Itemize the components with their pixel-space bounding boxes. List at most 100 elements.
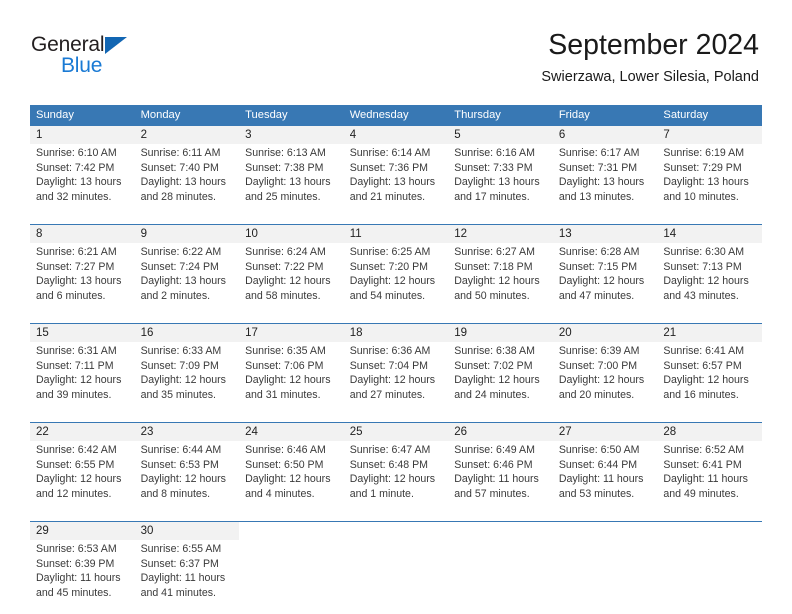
- day-sunrise-line: Sunrise: 6:28 AM: [558, 246, 640, 258]
- day-daylight-line: and 13 minutes.: [558, 190, 635, 203]
- week-daynum-row: 1234567: [30, 126, 762, 144]
- weekday-header-thursday: Thursday: [448, 105, 553, 126]
- day-number[interactable]: 17: [239, 323, 344, 342]
- day-cell-empty: [448, 521, 553, 540]
- day-sunrise-line: Sunrise: 6:35 AM: [245, 345, 326, 357]
- day-sunrise-line: Sunrise: 6:19 AM: [663, 147, 745, 159]
- day-number[interactable]: 19: [448, 323, 553, 342]
- day-daylight-line: Daylight: 13 hours: [454, 176, 540, 189]
- week-daynum-row: 22 23 24 25 26 27 28: [30, 422, 762, 441]
- day-number[interactable]: 15: [30, 323, 135, 342]
- day-sunrise-line: Sunrise: 6:10 AM: [36, 147, 117, 159]
- day-number[interactable]: 16: [134, 323, 240, 342]
- day-daylight-line: and 35 minutes.: [140, 388, 216, 401]
- day-daylight-line: and 4 minutes.: [245, 487, 315, 500]
- day-daylight-line: and 45 minutes.: [36, 586, 112, 599]
- week-daynum-row: 8 9 10 11 12 13 14: [30, 224, 762, 243]
- page-header: General Blue September 2024 Swierzawa, L…: [0, 0, 792, 100]
- day-info-cell: Sunrise: 6:14 AM Sunset: 7:36 PM Daylight:…: [343, 144, 449, 218]
- day-sunrise-line: Sunrise: 6:49 AM: [454, 444, 535, 456]
- day-sunrise-line: Sunrise: 6:39 AM: [558, 345, 640, 357]
- day-sunrise-line: Sunrise: 6:33 AM: [140, 345, 222, 357]
- day-sunrise-line: Sunrise: 6:42 AM: [36, 444, 117, 456]
- day-number[interactable]: 14: [657, 224, 762, 243]
- day-info-cell: Sunrise: 6:42 AM Sunset: 6:55 PM Daylight:…: [30, 441, 135, 515]
- day-daylight-line: and 31 minutes.: [245, 388, 321, 401]
- day-number[interactable]: 22: [30, 422, 135, 441]
- day-sunset-line: Sunset: 7:31 PM: [558, 161, 638, 174]
- day-sunset-line: Sunset: 7:18 PM: [454, 260, 533, 273]
- day-number[interactable]: 11: [343, 224, 449, 243]
- day-sunset-line: Sunset: 7:42 PM: [36, 161, 115, 174]
- day-info-cell: Sunrise: 6:24 AM Sunset: 7:22 PM Daylight:…: [239, 243, 344, 317]
- day-number[interactable]: 26: [448, 422, 553, 441]
- day-number[interactable]: 29: [30, 521, 135, 540]
- day-number[interactable]: 7: [657, 126, 762, 144]
- week-info-row: Sunrise: 6:42 AM Sunset: 6:55 PM Daylight:…: [30, 441, 762, 515]
- day-sunset-line: Sunset: 7:38 PM: [245, 161, 324, 174]
- day-sunrise-line: Sunrise: 6:44 AM: [140, 444, 222, 456]
- day-number[interactable]: 25: [343, 422, 449, 441]
- day-number[interactable]: 20: [552, 323, 658, 342]
- day-info-cell: Sunrise: 6:25 AM Sunset: 7:20 PM Daylight:…: [343, 243, 449, 317]
- day-daylight-line: Daylight: 12 hours: [349, 374, 436, 387]
- day-number[interactable]: 23: [134, 422, 240, 441]
- day-info-cell: Sunrise: 6:38 AM Sunset: 7:02 PM Daylight:…: [448, 342, 553, 416]
- day-sunrise-line: Sunrise: 6:31 AM: [36, 345, 117, 357]
- day-sunset-line: Sunset: 7:00 PM: [558, 359, 638, 372]
- day-daylight-line: Daylight: 13 hours: [36, 275, 122, 288]
- day-sunset-line: Sunset: 6:46 PM: [454, 458, 533, 471]
- day-info-cell: Sunrise: 6:21 AM Sunset: 7:27 PM Daylight:…: [30, 243, 135, 317]
- day-daylight-line: Daylight: 11 hours: [558, 473, 644, 486]
- day-info-cell: Sunrise: 6:55 AM Sunset: 6:37 PM Daylight:…: [134, 540, 240, 614]
- day-daylight-line: Daylight: 11 hours: [140, 572, 226, 585]
- day-info-cell: Sunrise: 6:33 AM Sunset: 7:09 PM Daylight:…: [134, 342, 240, 416]
- day-number[interactable]: 2: [134, 126, 240, 144]
- day-daylight-line: and 27 minutes.: [349, 388, 426, 401]
- day-info-cell: Sunrise: 6:22 AM Sunset: 7:24 PM Daylight:…: [134, 243, 240, 317]
- day-number[interactable]: 30: [134, 521, 240, 540]
- day-info-cell: Sunrise: 6:49 AM Sunset: 6:46 PM Daylight:…: [448, 441, 553, 515]
- day-daylight-line: Daylight: 12 hours: [245, 473, 331, 486]
- day-number[interactable]: 8: [30, 224, 135, 243]
- day-sunset-line: Sunset: 6:50 PM: [245, 458, 324, 471]
- day-daylight-line: and 2 minutes.: [140, 289, 211, 302]
- day-number[interactable]: 9: [134, 224, 240, 243]
- day-number[interactable]: 4: [343, 126, 449, 144]
- day-info-cell: Sunrise: 6:35 AM Sunset: 7:06 PM Daylight:…: [239, 342, 344, 416]
- day-number[interactable]: 24: [239, 422, 344, 441]
- day-daylight-line: and 53 minutes.: [558, 487, 635, 500]
- day-sunset-line: Sunset: 6:55 PM: [36, 458, 115, 471]
- weekday-header-sunday: Sunday: [30, 105, 135, 126]
- day-daylight-line: and 47 minutes.: [558, 289, 635, 302]
- day-sunset-line: Sunset: 6:48 PM: [349, 458, 429, 471]
- day-number[interactable]: 6: [552, 126, 658, 144]
- day-info-cell: Sunrise: 6:53 AM Sunset: 6:39 PM Daylight:…: [30, 540, 135, 614]
- day-daylight-line: and 1 minute.: [349, 487, 414, 500]
- day-sunrise-line: Sunrise: 6:36 AM: [349, 345, 431, 357]
- day-number[interactable]: 13: [552, 224, 658, 243]
- day-sunset-line: Sunset: 7:06 PM: [245, 359, 324, 372]
- week-info-row: Sunrise: 6:10 AM Sunset: 7:42 PM Daylight:…: [30, 144, 762, 218]
- day-number[interactable]: 10: [239, 224, 344, 243]
- day-daylight-line: and 21 minutes.: [349, 190, 426, 203]
- day-number[interactable]: 3: [239, 126, 344, 144]
- day-daylight-line: Daylight: 12 hours: [349, 473, 436, 486]
- day-number[interactable]: 21: [657, 323, 762, 342]
- day-number[interactable]: 1: [30, 126, 135, 144]
- day-number[interactable]: 5: [448, 126, 553, 144]
- day-number[interactable]: 12: [448, 224, 553, 243]
- weekday-header-saturday: Saturday: [657, 105, 762, 126]
- day-daylight-line: Daylight: 12 hours: [245, 374, 331, 387]
- day-sunset-line: Sunset: 6:53 PM: [140, 458, 219, 471]
- day-daylight-line: Daylight: 13 hours: [558, 176, 645, 189]
- day-number[interactable]: 18: [343, 323, 449, 342]
- day-daylight-line: Daylight: 12 hours: [140, 473, 226, 486]
- generalblue-logo[interactable]: General Blue: [31, 33, 231, 83]
- day-daylight-line: and 10 minutes.: [663, 190, 739, 203]
- day-daylight-line: and 24 minutes.: [454, 388, 530, 401]
- day-daylight-line: Daylight: 12 hours: [663, 275, 749, 288]
- day-number[interactable]: 27: [552, 422, 658, 441]
- day-daylight-line: and 17 minutes.: [454, 190, 530, 203]
- day-number[interactable]: 28: [657, 422, 762, 441]
